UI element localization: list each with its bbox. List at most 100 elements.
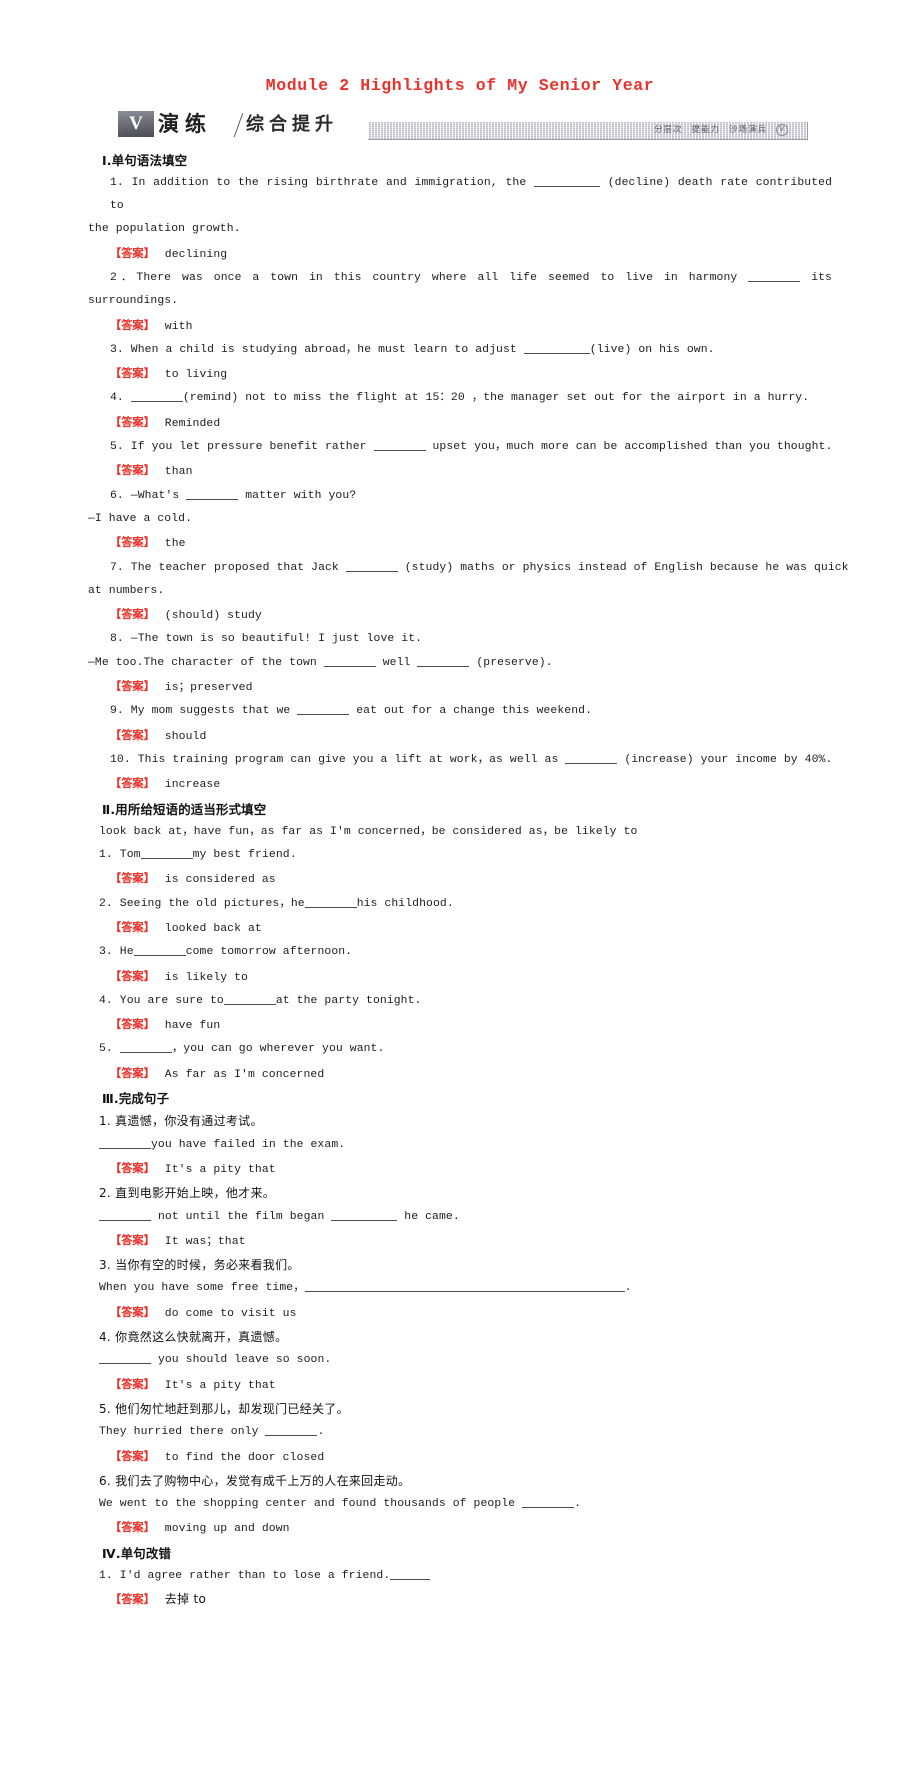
answer-blank[interactable]	[119, 1052, 172, 1054]
answer-text: As far as I'm concerned	[164, 1068, 325, 1081]
answer-text: is likely to	[164, 971, 248, 984]
answer-text: do come to visit us	[164, 1307, 297, 1320]
question-row: 1. Tom my best friend.	[88, 844, 832, 867]
question-text: 5. If you let pressure benefit rather	[110, 441, 367, 454]
answer-text: 去掉 to	[164, 1592, 207, 1607]
question-row: 3. When a child is studying abroad，he mu…	[88, 339, 832, 362]
answer-text: is；preserved	[164, 682, 253, 695]
question-text: —Me too.The character of the town	[88, 656, 317, 669]
answer-blank[interactable]	[345, 570, 398, 572]
answer-blank[interactable]	[323, 665, 376, 667]
answer-blank[interactable]	[522, 1507, 575, 1509]
answer-text: to find the door closed	[164, 1451, 325, 1464]
answer-text: than	[164, 466, 193, 479]
answer-blank[interactable]	[140, 858, 193, 860]
question-row-cont: —I have a cold.	[88, 512, 193, 525]
word-bank: look back at，have fun，as far as I'm conc…	[99, 825, 638, 838]
question-row: They hurried there only .	[88, 1421, 832, 1444]
answer-row: 【答案】 moving up and down	[88, 1516, 832, 1541]
answer-text: have fun	[164, 1020, 221, 1033]
answer-blank[interactable]	[297, 714, 350, 716]
question-text: 6. —What's	[110, 489, 180, 502]
answer-blank[interactable]	[99, 1219, 151, 1221]
question-text-mid: well	[382, 656, 411, 669]
answer-row: 【答案】 As far as I'm concerned	[88, 1062, 832, 1087]
answer-label: 【答案】	[110, 1593, 155, 1607]
question-row: 10. This training program can give you a…	[88, 749, 832, 772]
question-text-cont: its	[811, 271, 832, 284]
answer-blank[interactable]	[130, 401, 183, 403]
question-prompt-cn: 6. 我们去了购物中心，发觉有成千上万的人在来回走动。	[99, 1473, 411, 1488]
answer-label: 【答案】	[110, 1066, 155, 1080]
answer-row: 【答案】 increase	[88, 772, 832, 797]
answer-blank[interactable]	[304, 1291, 625, 1293]
answer-blank[interactable]	[748, 280, 801, 282]
question-row: 1. I'd agree rather than to lose a frien…	[88, 1565, 832, 1588]
answer-text: (should) study	[164, 610, 262, 623]
question-text: 1. Tom	[99, 849, 141, 862]
question-text-cont: .	[317, 1426, 325, 1439]
answer-label: 【答案】	[110, 246, 155, 260]
question-text: 9. My mom suggests that we	[110, 705, 291, 718]
answer-row: 【答案】 the	[88, 531, 832, 556]
answer-blank[interactable]	[390, 1579, 431, 1581]
answer-blank[interactable]	[534, 185, 600, 187]
section-banner: V 演练 综合提升 分层次 提能力 沙场演兵 V	[118, 109, 808, 143]
banner-divider	[233, 112, 244, 137]
answer-row: 【答案】 It's a pity that	[88, 1157, 832, 1182]
worksheet-page: Module 2 Highlights of My Senior Year V …	[0, 0, 920, 1770]
answer-label: 【答案】	[110, 1233, 155, 1247]
answer-blank[interactable]	[186, 498, 239, 500]
answer-blank[interactable]	[99, 1147, 151, 1149]
question-row: you should leave so soon.	[88, 1349, 832, 1372]
question-row: 9. My mom suggests that we eat out for a…	[88, 700, 832, 723]
answer-text: It's a pity that	[164, 1163, 276, 1176]
question-text-cont: (remind) not to miss the flight at 15：20…	[182, 392, 810, 405]
question-text: 1. In addition to the rising birthrate a…	[110, 176, 527, 189]
answer-text: with	[164, 320, 193, 333]
answer-label: 【答案】	[110, 1018, 155, 1032]
question-text-end: he came.	[404, 1210, 460, 1223]
answer-row: 【答案】 (should) study	[88, 603, 832, 628]
answer-label: 【答案】	[110, 1161, 155, 1175]
question-text-cont: (study) maths or physics instead of Engl…	[404, 561, 849, 574]
answer-blank[interactable]	[133, 955, 186, 957]
answer-row: 【答案】 is；preserved	[88, 675, 832, 700]
answer-row: 【答案】 declining	[88, 242, 832, 267]
worksheet-content: Ⅰ.单句语法填空 1. In addition to the rising bi…	[88, 149, 849, 1614]
question-row: We went to the shopping center and found…	[88, 1493, 832, 1516]
answer-blank[interactable]	[565, 762, 618, 764]
answer-blank[interactable]	[373, 450, 426, 452]
question-row-cont: the population growth.	[88, 223, 241, 236]
answer-label: 【答案】	[110, 1305, 155, 1319]
answer-label: 【答案】	[110, 921, 155, 934]
question-text: 5.	[99, 1043, 113, 1056]
question-text-cont: ，you can go wherever you want.	[171, 1043, 385, 1056]
question-text-cont: at the party tonight.	[275, 994, 422, 1007]
question-text-cont: .	[624, 1282, 632, 1295]
question-row: When you have some free time，.	[88, 1277, 832, 1300]
question-text-cont: come tomorrow afternoon.	[185, 946, 353, 959]
question-text-cont: (increase) your income by 40%.	[624, 753, 833, 766]
answer-label: 【答案】	[110, 415, 155, 429]
answer-blank[interactable]	[304, 906, 357, 908]
question-row-cont: surroundings.	[88, 295, 179, 308]
answer-blank[interactable]	[331, 1219, 398, 1221]
question-row-cont: at numbers.	[88, 584, 165, 597]
answer-row: 【答案】 should	[88, 724, 832, 749]
answer-text: is considered as	[164, 874, 276, 887]
answer-blank[interactable]	[265, 1435, 318, 1437]
answer-blank[interactable]	[523, 352, 590, 354]
question-text-cont: you should leave so soon.	[157, 1354, 332, 1367]
question-text: 1. I'd agree rather than to lose a frien…	[99, 1570, 391, 1583]
section-heading-4: Ⅳ.单句改错	[102, 1545, 172, 1561]
question-text: 4.	[110, 392, 124, 405]
answer-label: 【答案】	[110, 1377, 155, 1391]
question-prompt-cn: 3. 当你有空的时候，务必来看我们。	[99, 1258, 300, 1273]
question-text: 7. The teacher proposed that Jack	[110, 561, 339, 574]
question-text-cont: his childhood.	[356, 897, 454, 910]
answer-blank[interactable]	[223, 1003, 276, 1005]
banner-tag-group: 分层次 提能力 沙场演兵 V	[645, 123, 788, 137]
answer-blank[interactable]	[99, 1363, 151, 1365]
answer-blank[interactable]	[417, 665, 470, 667]
